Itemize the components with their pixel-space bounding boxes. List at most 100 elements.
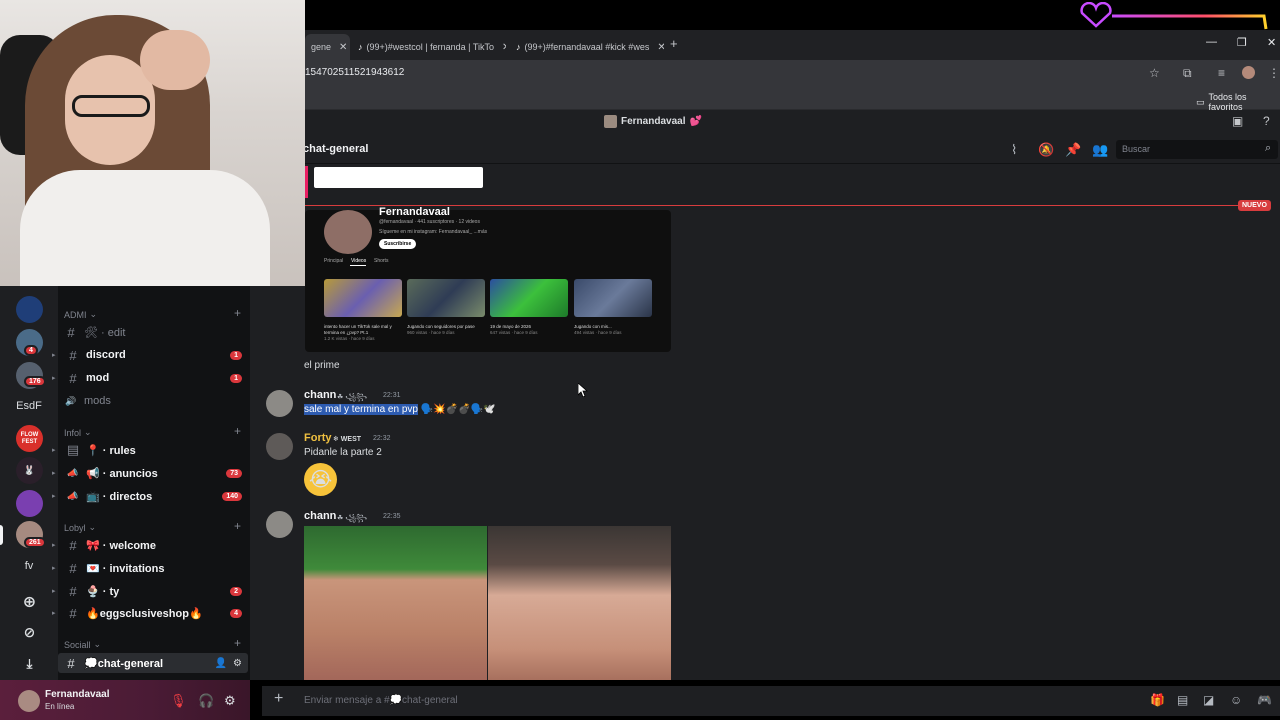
browser-tab-active[interactable]: gene ✕ [305, 34, 350, 60]
selected-text: sale mal y termina en pvp [304, 404, 418, 415]
avatar[interactable] [266, 433, 293, 460]
category-loby[interactable]: Lobyl ⌄ [64, 522, 96, 533]
browser-tab-tiktok[interactable]: ♪ (99+)#westcol | fernanda | TikTo ✕ [352, 34, 506, 60]
channel-chat-general[interactable]: # 💭chat-general 👤 ⚙ [58, 653, 248, 673]
server-icon-text[interactable]: fv [12, 560, 46, 572]
extensions-icon[interactable]: ⧉ [1183, 66, 1192, 81]
attached-image[interactable] [488, 526, 671, 680]
server-icon[interactable]: FLOW FEST [16, 425, 43, 452]
server-icon [604, 115, 617, 128]
category-info[interactable]: Infol ⌄ [64, 427, 92, 438]
channel-mod[interactable]: ▸ # mod 1 [52, 368, 248, 388]
message-timestamp: 22:35 [383, 513, 401, 520]
embed-tab: Shorts [374, 258, 389, 264]
user-status: En línea [45, 702, 75, 711]
channel-rules[interactable]: ▸ ▤ 📍 · rules [52, 440, 248, 460]
add-attachment-icon[interactable]: + [274, 690, 283, 708]
hash-icon: # [69, 583, 77, 599]
mic-muted-icon[interactable]: 🎙 [170, 693, 187, 709]
add-channel-icon[interactable]: + [234, 636, 241, 650]
invite-icon[interactable]: 👤 [215, 658, 227, 669]
gear-icon[interactable]: ⚙ [233, 658, 242, 669]
menu-icon[interactable]: ⋮ [1268, 66, 1280, 80]
tab-close-icon[interactable]: ✕ [339, 42, 347, 53]
search-icon[interactable]: ⌕ [1265, 142, 1271, 155]
bookmark-star-icon[interactable]: ☆ [1149, 66, 1160, 80]
explore-icon[interactable]: ⊘ [16, 619, 43, 646]
inbox-icon[interactable]: ▣ [1232, 114, 1243, 128]
members-icon[interactable]: 👥 [1092, 142, 1108, 158]
channel-invitations[interactable]: ▸ # 💌 · invitations [52, 558, 248, 578]
channel-edit[interactable]: # 🛠 · edit [58, 322, 248, 342]
help-icon[interactable]: ? [1263, 114, 1270, 128]
category-social[interactable]: Sociall ⌄ [64, 639, 101, 650]
message-author[interactable]: chann [304, 389, 336, 401]
webcam-person-shirt [20, 170, 270, 286]
caret-icon: ▸ [52, 493, 56, 500]
server-title: Fernandavaal 💕 [604, 115, 702, 128]
avatar[interactable] [266, 390, 293, 417]
username[interactable]: Fernandavaal [45, 689, 109, 700]
channel-mods[interactable]: 🔊 mods [58, 391, 248, 411]
video-caption: Jugando con mis... 494 vistas · hace 9 dí… [574, 324, 622, 335]
avatar[interactable] [266, 511, 293, 538]
all-bookmarks-button[interactable]: ▭ Todos los favoritos [1196, 92, 1280, 112]
gift-icon[interactable]: 🎁 [1150, 693, 1165, 707]
category-admi[interactable]: ADMI ⌄ [64, 309, 97, 320]
notification-mute-icon[interactable]: 🔕 [1038, 142, 1054, 158]
address-bar[interactable]: 154702511521943612 [305, 60, 1280, 88]
headphones-icon[interactable]: 🎧 [198, 693, 214, 709]
search-input[interactable]: Buscar [1116, 140, 1278, 159]
channel-directos[interactable]: ▸ 📣 📺 · directos 140 [52, 486, 248, 506]
media-icon[interactable]: ≡ [1218, 66, 1225, 80]
browser-tab-tiktok-2[interactable]: ♪ (99+)#fernandavaal #kick #wes ✕ [510, 34, 664, 60]
channel-discord[interactable]: ▸ # discord 1 [52, 345, 248, 365]
profile-avatar[interactable] [1242, 66, 1255, 79]
server-icon[interactable] [16, 296, 43, 323]
activities-icon[interactable]: 🎮 [1257, 693, 1272, 707]
video-caption: intento hacer un TikTok sale mal y termi… [324, 324, 392, 341]
speaker-icon: 🔊 [65, 395, 77, 406]
folder-icon: ▭ [1196, 96, 1205, 107]
channel-anuncios[interactable]: ▸ 📣 📢 · anuncios 73 [52, 463, 248, 483]
message-author[interactable]: chann [304, 510, 336, 522]
minimize-icon[interactable]: — [1206, 36, 1217, 48]
channel-ty[interactable]: ▸ # 🍨 · ty 2 [52, 581, 248, 601]
maximize-icon[interactable]: ❐ [1237, 36, 1247, 49]
tiktok-icon: ♪ [516, 41, 521, 52]
server-icon[interactable]: 🐰 [16, 457, 43, 484]
heart-icon: 💕 [689, 116, 702, 127]
emoji-icon[interactable]: ☺ [1230, 693, 1242, 707]
chevron-down-icon: ⌄ [88, 522, 97, 532]
add-server-icon[interactable]: ⊕ [16, 588, 43, 615]
add-channel-icon[interactable]: + [234, 519, 241, 533]
download-icon[interactable]: ⤓ [16, 650, 43, 677]
add-channel-icon[interactable]: + [234, 306, 241, 320]
channel-eggsclusiveshop[interactable]: ▸ # 🔥eggsclusiveshop🔥 4 [52, 603, 248, 623]
message-author[interactable]: Forty [304, 432, 332, 444]
sticker-icon[interactable]: ◪ [1203, 693, 1214, 707]
channel-welcome[interactable]: ▸ # 🎀 · welcome [52, 535, 248, 555]
gif-icon[interactable]: ▤ [1177, 693, 1188, 707]
threads-icon[interactable]: ⌇ [1011, 142, 1017, 158]
window-close-icon[interactable]: ✕ [1267, 36, 1276, 49]
server-icon-text[interactable]: EsdF [12, 400, 46, 412]
discord-title-bar [305, 110, 1280, 134]
tiktok-icon: ♪ [358, 41, 363, 52]
caret-icon: ▸ [52, 610, 56, 617]
server-icon[interactable] [16, 490, 43, 517]
caret-icon: ▸ [52, 565, 56, 572]
pin-icon[interactable]: 📌 [1065, 142, 1081, 158]
gear-icon[interactable]: ⚙ [224, 693, 236, 709]
tab-close-icon[interactable]: ✕ [502, 42, 506, 53]
tab-close-icon[interactable]: ✕ [657, 42, 664, 53]
new-tab-button[interactable]: + [670, 36, 678, 51]
embed-channel-name: Fernandavaal [379, 206, 450, 218]
caret-icon: ▸ [52, 588, 56, 595]
attached-image[interactable] [304, 526, 487, 680]
all-bookmarks-label: Todos los favoritos [1208, 92, 1247, 112]
message-input[interactable]: Enviar mensaje a #💭chat-general [304, 695, 458, 706]
caret-icon: ▸ [52, 542, 56, 549]
add-channel-icon[interactable]: + [234, 424, 241, 438]
avatar[interactable] [18, 690, 40, 712]
